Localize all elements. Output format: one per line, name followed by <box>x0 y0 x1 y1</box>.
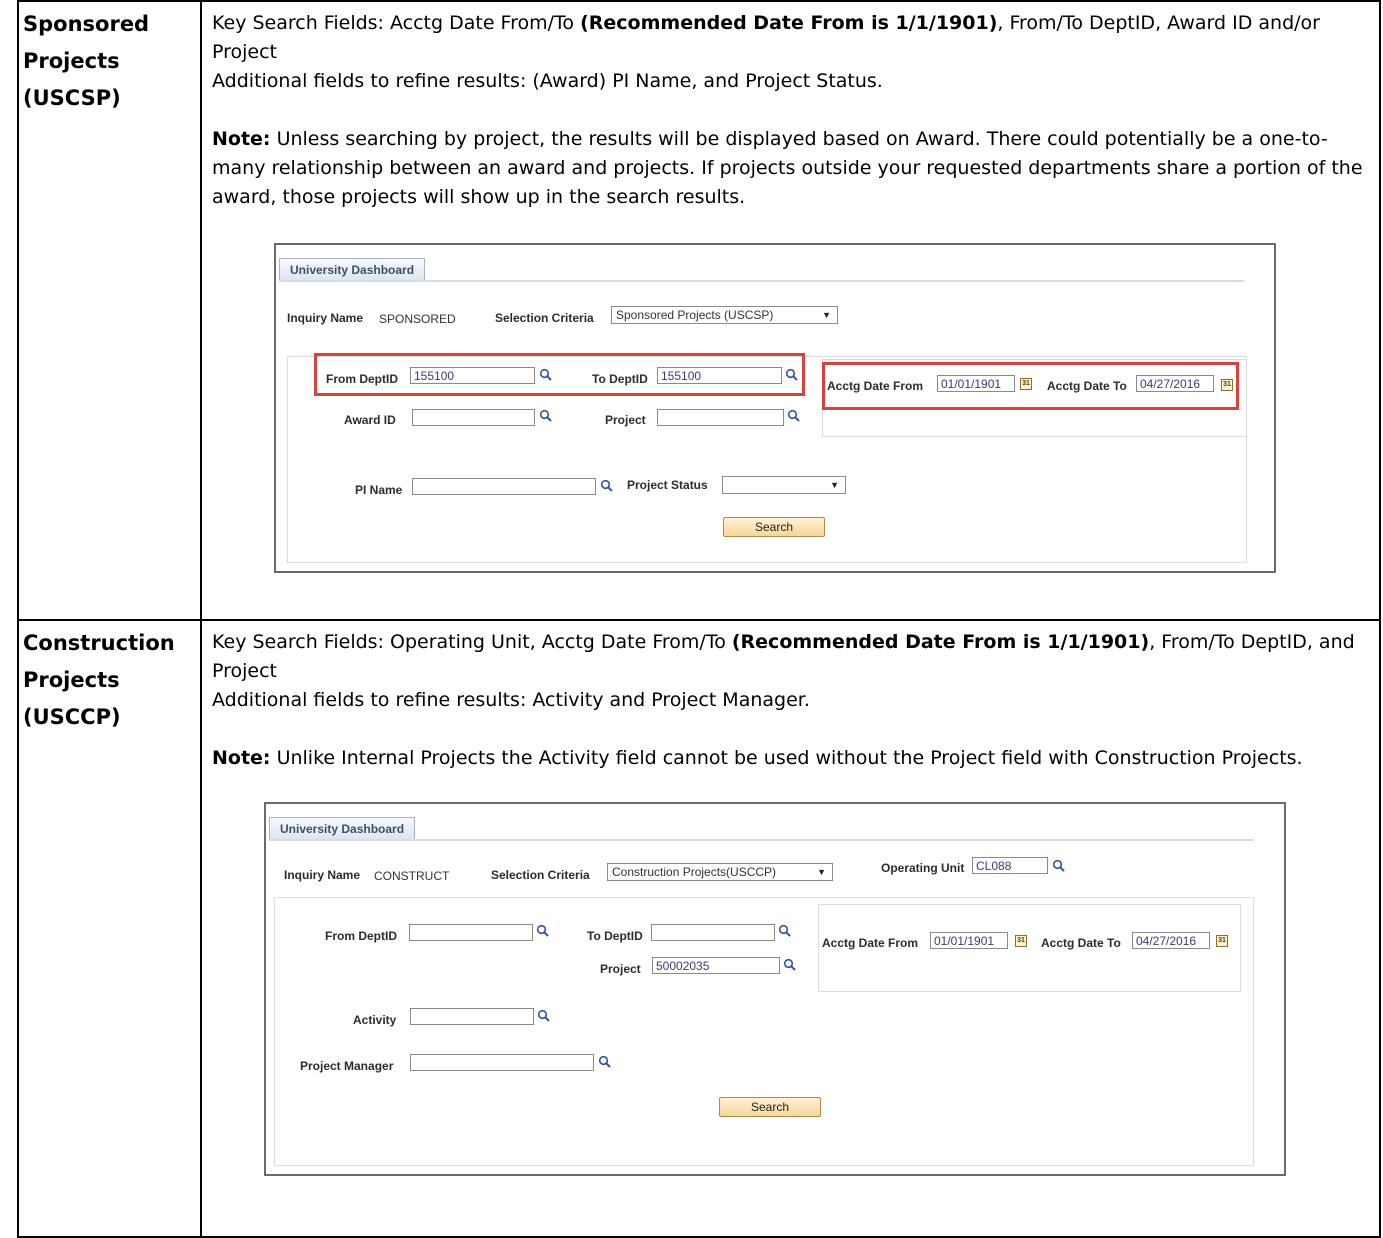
magnifier-icon[interactable] <box>1052 859 1066 873</box>
table-row-sponsored: Sponsored Projects (USCSP) Key Search Fi… <box>17 0 1381 621</box>
selection-criteria-label: Selection Criteria <box>491 868 590 882</box>
to-dept-input[interactable] <box>651 924 775 941</box>
calendar-icon[interactable]: 31 <box>1015 935 1027 947</box>
row-content-cell: Key Search Fields: Acctg Date From/To (R… <box>200 0 1381 621</box>
chevron-down-icon: ▼ <box>822 310 831 320</box>
date-from-input[interactable]: 01/01/1901 <box>937 375 1015 392</box>
from-dept-label: From DeptID <box>326 372 398 386</box>
project-manager-label: Project Manager <box>300 1059 394 1073</box>
from-dept-input[interactable]: 155100 <box>410 367 535 384</box>
additional-fields: Additional fields to refine results: (Aw… <box>212 70 883 92</box>
row-label-line: (USCSP) <box>23 86 121 110</box>
magnifier-icon[interactable] <box>787 409 801 423</box>
magnifier-icon[interactable] <box>539 409 553 423</box>
from-dept-input[interactable] <box>409 924 533 941</box>
table-row-construction: Construction Projects (USCCP) Key Search… <box>17 619 1381 1238</box>
chevron-down-icon: ▼ <box>830 480 839 490</box>
row-label-cell: Construction Projects (USCCP) <box>17 619 202 1238</box>
project-status-label: Project Status <box>627 478 708 492</box>
selection-criteria-label: Selection Criteria <box>495 311 594 325</box>
magnifier-icon[interactable] <box>598 1055 612 1069</box>
row-label-cell: Sponsored Projects (USCSP) <box>17 0 202 621</box>
search-button[interactable]: Search <box>723 517 825 537</box>
inquiry-name-label: Inquiry Name <box>287 311 364 325</box>
calendar-icon[interactable]: 31 <box>1020 378 1032 390</box>
dashboard-screenshot-construction: University Dashboard Inquiry Name CONSTR… <box>264 802 1286 1176</box>
date-to-label: Acctg Date To <box>1047 379 1127 393</box>
operating-unit-input[interactable]: CL088 <box>972 857 1048 874</box>
row-label: Sponsored Projects (USCSP) <box>19 2 200 117</box>
project-input[interactable]: 50002035 <box>652 957 780 974</box>
award-id-label: Award ID <box>344 413 396 427</box>
pi-name-label: PI Name <box>355 483 403 497</box>
date-from-label: Acctg Date From <box>822 936 919 950</box>
magnifier-icon[interactable] <box>778 924 792 938</box>
row-label-line: Construction <box>23 631 175 655</box>
award-id-input[interactable] <box>412 409 535 426</box>
tab-university-dashboard[interactable]: University Dashboard <box>269 817 416 840</box>
row-label-line: Projects <box>23 668 120 692</box>
calendar-icon[interactable]: 31 <box>1216 935 1228 947</box>
operating-unit-label: Operating Unit <box>881 861 965 875</box>
project-input[interactable] <box>657 409 784 426</box>
date-to-label: Acctg Date To <box>1041 936 1121 950</box>
magnifier-icon[interactable] <box>536 924 550 938</box>
key-search-fields: Key Search Fields: Operating Unit, Acctg… <box>212 631 1355 682</box>
inquiry-name-value: CONSTRUCT <box>374 869 450 883</box>
inquiry-name-value: SPONSORED <box>379 312 456 326</box>
tab-university-dashboard[interactable]: University Dashboard <box>279 258 426 281</box>
selection-criteria-select[interactable]: Construction Projects(USCCP) ▼ <box>607 863 833 881</box>
calendar-icon[interactable]: 31 <box>1221 379 1233 391</box>
magnifier-icon[interactable] <box>600 479 614 493</box>
to-dept-label: To DeptID <box>587 929 643 943</box>
magnifier-icon[interactable] <box>537 1009 551 1023</box>
search-button[interactable]: Search <box>719 1097 821 1117</box>
project-manager-input[interactable] <box>410 1054 594 1071</box>
row-description: Key Search Fields: Operating Unit, Acctg… <box>202 621 1379 773</box>
project-label: Project <box>600 962 641 976</box>
row-content-cell: Key Search Fields: Operating Unit, Acctg… <box>200 619 1381 1238</box>
date-from-label: Acctg Date From <box>827 379 924 393</box>
additional-fields: Additional fields to refine results: Act… <box>212 689 810 711</box>
row-label-line: (USCCP) <box>23 705 121 729</box>
document-table: Sponsored Projects (USCSP) Key Search Fi… <box>17 0 1381 1238</box>
selection-criteria-select[interactable]: Sponsored Projects (USCSP) ▼ <box>611 306 838 324</box>
activity-input[interactable] <box>410 1008 534 1025</box>
dashboard-screenshot-sponsored: University Dashboard Inquiry Name SPONSO… <box>274 243 1276 573</box>
row-label-line: Sponsored <box>23 12 150 36</box>
row-label: Construction Projects (USCCP) <box>19 621 200 736</box>
magnifier-icon[interactable] <box>539 368 553 382</box>
magnifier-icon[interactable] <box>785 368 799 382</box>
key-search-fields: Key Search Fields: Acctg Date From/To (R… <box>212 12 1320 63</box>
magnifier-icon[interactable] <box>783 958 797 972</box>
row-description: Key Search Fields: Acctg Date From/To (R… <box>202 2 1379 212</box>
chevron-down-icon: ▼ <box>817 867 826 877</box>
row-label-line: Projects <box>23 49 120 73</box>
pi-name-input[interactable] <box>412 478 596 495</box>
to-dept-input[interactable]: 155100 <box>657 367 782 384</box>
project-label: Project <box>605 413 646 427</box>
activity-label: Activity <box>353 1013 397 1027</box>
inquiry-name-label: Inquiry Name <box>284 868 361 882</box>
date-to-input[interactable]: 04/27/2016 <box>1136 375 1214 392</box>
note-paragraph: Note: Unlike Internal Projects the Activ… <box>212 747 1303 769</box>
date-from-input[interactable]: 01/01/1901 <box>930 932 1008 949</box>
project-status-select[interactable]: ▼ <box>722 476 846 494</box>
to-dept-label: To DeptID <box>592 372 648 386</box>
date-to-input[interactable]: 04/27/2016 <box>1132 932 1210 949</box>
note-paragraph: Note: Unless searching by project, the r… <box>212 128 1363 208</box>
from-dept-label: From DeptID <box>325 929 397 943</box>
